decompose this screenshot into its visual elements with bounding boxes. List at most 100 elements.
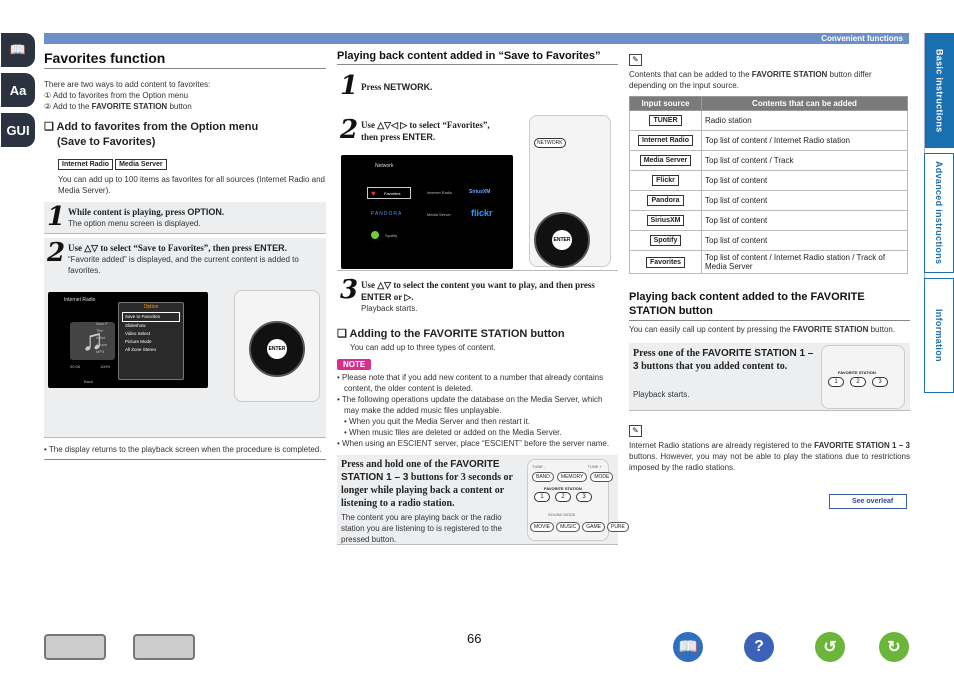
network-title: Network: [375, 163, 394, 169]
left-nav: 📖 Aa GUI: [0, 33, 36, 153]
step-1: 1 While content is playing, press OPTION…: [44, 202, 326, 234]
enter-dpad[interactable]: ENTER: [249, 321, 305, 377]
intro-text: There are two ways to add content to fav…: [44, 80, 211, 89]
network-item-spotify[interactable]: Spotify: [385, 233, 397, 238]
top-bar: Convenient functions: [44, 33, 909, 44]
contents-book-icon[interactable]: 📖: [673, 632, 703, 662]
sub-heading-favorite-station: ❑ Adding to the FAVORITE STATION button: [337, 328, 565, 340]
tab-basic-instructions[interactable]: Basic instructions: [924, 33, 954, 148]
tip-pencil-icon-2: ✎: [629, 425, 642, 437]
menu-item-save-to-favorites[interactable]: Save to Favorites: [122, 312, 180, 322]
favorite-button-3[interactable]: 3: [576, 492, 592, 502]
screen-time: 00:06: [70, 364, 81, 369]
favorite-button-1[interactable]: 1: [534, 492, 550, 502]
favorite-button-1[interactable]: 1: [828, 377, 844, 387]
tag-internet-radio: Internet Radio: [58, 159, 114, 170]
network-item-favorites[interactable]: ♥ Favorites: [367, 187, 411, 199]
gui-icon[interactable]: GUI: [1, 113, 35, 147]
input-source-table: Input source Contents that can be added T…: [629, 96, 908, 274]
sub-desc-favorite-station: You can add up to three types of content…: [350, 343, 496, 352]
back-arrow-icon[interactable]: ↺: [815, 632, 845, 662]
screen-source-label: Internet Radio: [64, 297, 96, 303]
section-label: Convenient functions: [821, 34, 903, 43]
network-button[interactable]: NETWORK: [534, 138, 566, 148]
book-icon[interactable]: 📖: [1, 33, 35, 67]
receiver-front-icon[interactable]: [44, 634, 106, 660]
tab-information[interactable]: Information: [924, 278, 954, 393]
note-badge: NOTE: [337, 359, 372, 370]
way-2: ② Add to the FAVORITE STATION button: [44, 102, 192, 111]
step-2-favorites: 2 Use △▽◁ ▷ to select “Favorites”, then …: [337, 115, 618, 271]
favorite-button-3[interactable]: 3: [872, 377, 888, 387]
page-number: 66: [467, 631, 482, 646]
table-row: TUNER Radio station: [629, 110, 908, 131]
help-question-icon[interactable]: ?: [744, 632, 774, 662]
screen-percent: 100%: [100, 364, 111, 369]
step-2-note: • The display returns to the playback sc…: [44, 445, 322, 454]
step-2-title: Use △▽ to select “Save to Favorites”, th…: [68, 243, 287, 253]
spotify-icon: [371, 231, 379, 239]
favorites-function-title: Favorites function: [44, 50, 326, 69]
remote-favorite-station: TUNE - TUNE + BAND MEMORY MODE FAVORITE ST…: [527, 459, 629, 541]
table-row: Pandora Top list of content: [629, 190, 908, 211]
network-item-flickr[interactable]: flickr: [471, 208, 493, 218]
menu-item-slideshow[interactable]: Slideshow: [122, 322, 180, 330]
sub-desc: You can add up to 100 items as favorites…: [58, 175, 325, 195]
note-1: • Please note that if you add new conten…: [337, 373, 604, 393]
table-row: Spotify Top list of content: [629, 230, 908, 251]
music-note-icon: ♫: [70, 322, 115, 360]
favorite-button-2[interactable]: 2: [850, 377, 866, 387]
table-row: Media Server Top list of content / Track: [629, 150, 908, 171]
remote-control-network: NETWORK ENTER: [529, 115, 611, 268]
press-instruction: Press one of the FAVORITE STATION 1 – 3 …: [633, 348, 814, 372]
column-favorites-function: Favorites function There are two ways to…: [44, 48, 326, 460]
step-1-desc: The option menu screen is displayed.: [68, 219, 201, 228]
menu-item-video-select[interactable]: Video Select: [122, 330, 180, 338]
enter-dpad-network[interactable]: ENTER: [534, 212, 590, 268]
network-screen: Network ♥ Favorites Internet Radio Sirius…: [341, 155, 513, 269]
favorite-button-2[interactable]: 2: [555, 492, 571, 502]
step-3-play: 3 Use △▽ to select the content you want …: [337, 275, 618, 325]
table-row: Internet Radio Top list of content / Inte…: [629, 130, 908, 151]
way-1: ① Add to favorites from the Option menu: [44, 91, 189, 100]
step-1-title: While content is playing, press OPTION.: [68, 207, 225, 217]
favorite-station-playback-title: Playing back content added to the FAVORI…: [629, 290, 910, 321]
table-intro: Contents that can be added to the FAVORI…: [629, 70, 872, 90]
tip-text: Internet Radio stations are already regi…: [629, 441, 910, 472]
forward-arrow-icon[interactable]: ↻: [879, 632, 909, 662]
network-item-media-server[interactable]: Media Server: [427, 212, 451, 217]
menu-item-picture-mode[interactable]: Picture Mode: [122, 338, 180, 346]
tab-advanced-instructions[interactable]: Advanced instructions: [924, 153, 954, 273]
manual-page: Convenient functions 📖 Aa GUI Basic inst…: [0, 0, 954, 675]
step-3-desc: Playback starts.: [361, 304, 418, 313]
register-desc: The content you are playing back or the …: [341, 513, 502, 544]
table-row: Flickr Top list of content: [629, 170, 908, 191]
aa-icon[interactable]: Aa: [1, 73, 35, 107]
see-overleaf-link[interactable]: See overleaf: [829, 494, 907, 509]
option-menu-panel: Option Save to Favorites Slideshow Video…: [118, 302, 184, 380]
favorite-station-press-box: Press one of the FAVORITE STATION 1 – 3 …: [629, 343, 910, 411]
note-3: • When you quit the Media Server and the…: [344, 417, 531, 426]
network-item-internet-radio[interactable]: Internet Radio: [427, 190, 452, 195]
step-2: 2 Use △▽ to select “Save to Favorites”, …: [44, 238, 326, 438]
favorite-station-label: FAVORITE STATION: [544, 486, 582, 491]
tag-media-server: Media Server: [115, 159, 167, 170]
remote-favorite-station-2: FAVORITE STATION 1 2 3: [821, 345, 905, 409]
menu-item-all-zone-stereo[interactable]: All Zone Stereo: [122, 346, 180, 354]
table-row: SiriusXM Top list of content: [629, 210, 908, 231]
step-2-desc: “Favorite added” is displayed, and the c…: [68, 255, 299, 275]
th-input-source: Input source: [629, 96, 702, 111]
note-4: • When music files are deleted or added …: [344, 428, 562, 437]
sub-heading-option-menu: ❑ Add to favorites from the Option menu(…: [44, 121, 259, 148]
press-desc: Playback starts.: [633, 390, 690, 399]
column-favorite-station: ✎ Contents that can be added to the FAVO…: [629, 48, 910, 473]
remote-control-option: ENTER: [234, 290, 320, 402]
source-tags: Internet Radio Media Server: [58, 153, 326, 171]
favorite-station-desc: You can easily call up content by pressi…: [629, 325, 896, 334]
register-instruction: Press and hold one of the FAVORITE STATI…: [341, 459, 513, 509]
favorite-station-register-box: Press and hold one of the FAVORITE STATI…: [337, 455, 629, 545]
receiver-rear-icon[interactable]: [133, 634, 195, 660]
network-item-pandora[interactable]: PANDORA: [371, 211, 402, 217]
network-item-siriusxm[interactable]: SiriusXM: [469, 189, 490, 195]
right-tabs: Basic instructions Advanced instructions…: [924, 33, 954, 393]
